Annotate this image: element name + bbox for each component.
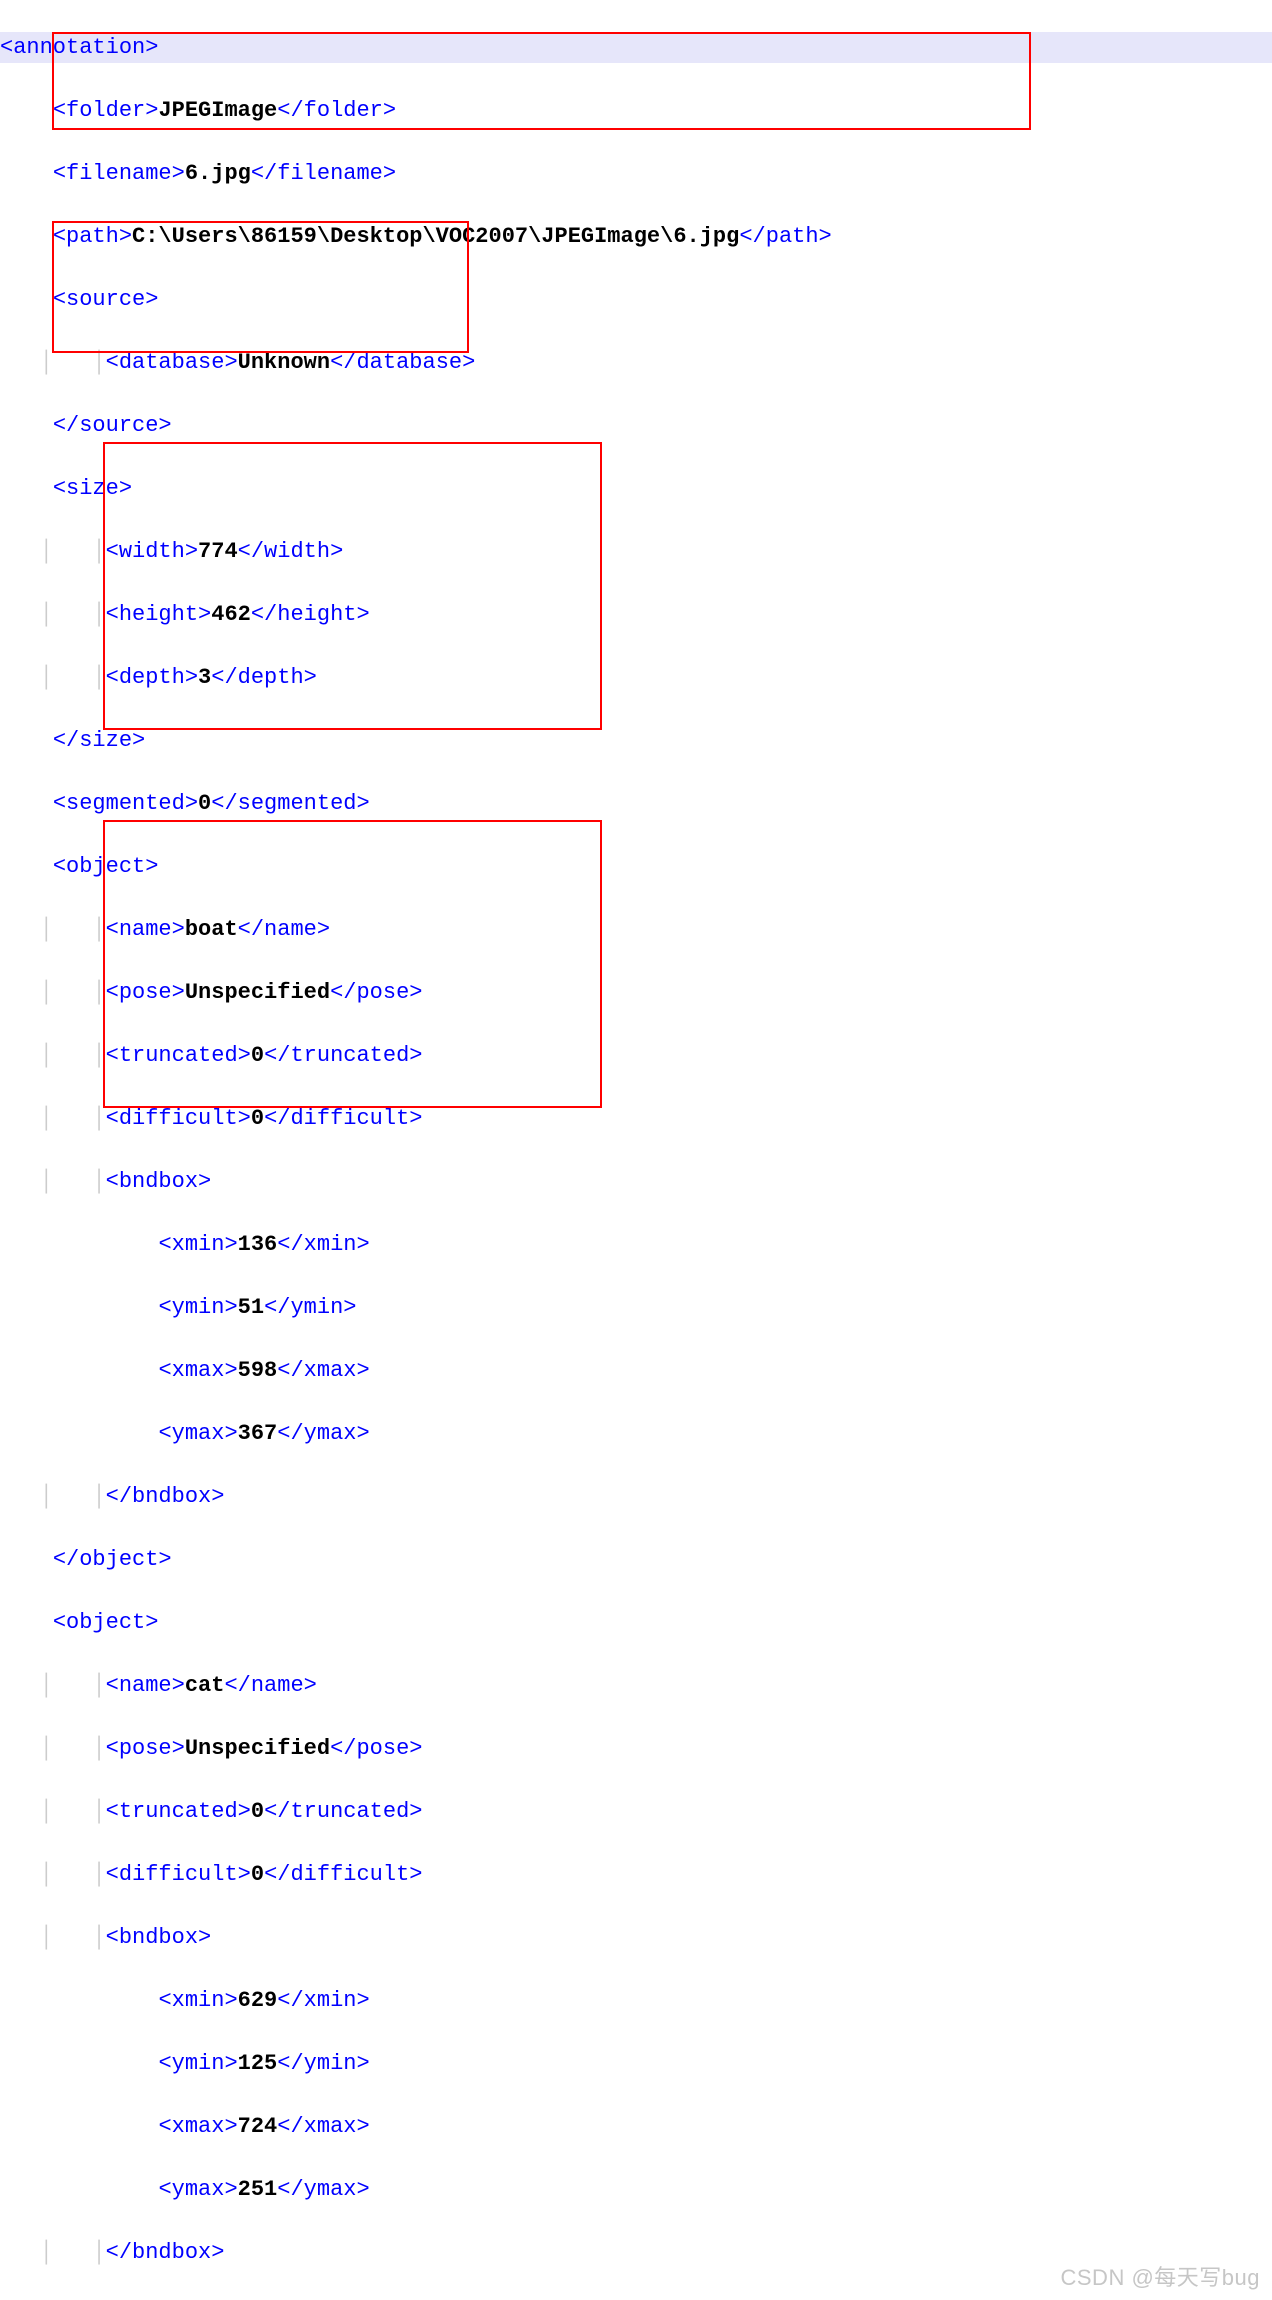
line-folder: <folder>JPEGImage</folder> bbox=[0, 95, 1272, 127]
line-obj1-ymin: <ymin>51</ymin> bbox=[0, 1292, 1272, 1324]
line-obj1-xmax: <xmax>598</xmax> bbox=[0, 1355, 1272, 1387]
line-obj2-name: │ │<name>cat</name> bbox=[0, 1670, 1272, 1702]
line-obj1-bndbox-open: │ │<bndbox> bbox=[0, 1166, 1272, 1198]
line-width: │ │<width>774</width> bbox=[0, 536, 1272, 568]
line-object1-open: <object> bbox=[0, 851, 1272, 883]
line-obj2-pose: │ │<pose>Unspecified</pose> bbox=[0, 1733, 1272, 1765]
line-depth: │ │<depth>3</depth> bbox=[0, 662, 1272, 694]
line-obj2-bndbox-open: │ │<bndbox> bbox=[0, 1922, 1272, 1954]
line-obj2-truncated: │ │<truncated>0</truncated> bbox=[0, 1796, 1272, 1828]
line-size-close: </size> bbox=[0, 725, 1272, 757]
line-obj1-name: │ │<name>boat</name> bbox=[0, 914, 1272, 946]
line-obj1-ymax: <ymax>367</ymax> bbox=[0, 1418, 1272, 1450]
watermark-text: CSDN @每天写bug bbox=[1061, 2262, 1261, 2294]
xml-code-block: <annotation> <folder>JPEGImage</folder> … bbox=[0, 0, 1272, 2300]
line-filename: <filename>6.jpg</filename> bbox=[0, 158, 1272, 190]
line-obj1-bndbox-close: │ │</bndbox> bbox=[0, 1481, 1272, 1513]
line-obj2-ymin: <ymin>125</ymin> bbox=[0, 2048, 1272, 2080]
line-obj1-truncated: │ │<truncated>0</truncated> bbox=[0, 1040, 1272, 1072]
line-database: │ │<database>Unknown</database> bbox=[0, 347, 1272, 379]
line-object1-close: </object> bbox=[0, 1544, 1272, 1576]
line-obj2-xmax: <xmax>724</xmax> bbox=[0, 2111, 1272, 2143]
line-height: │ │<height>462</height> bbox=[0, 599, 1272, 631]
line-obj2-difficult: │ │<difficult>0</difficult> bbox=[0, 1859, 1272, 1891]
line-source-open: <source> bbox=[0, 284, 1272, 316]
line-obj2-xmin: <xmin>629</xmin> bbox=[0, 1985, 1272, 2017]
line-obj1-xmin: <xmin>136</xmin> bbox=[0, 1229, 1272, 1261]
line-obj1-pose: │ │<pose>Unspecified</pose> bbox=[0, 977, 1272, 1009]
line-obj2-ymax: <ymax>251</ymax> bbox=[0, 2174, 1272, 2206]
line-size-open: <size> bbox=[0, 473, 1272, 505]
line-annotation-open: <annotation> bbox=[0, 32, 1272, 64]
line-path: <path>C:\Users\86159\Desktop\VOC2007\JPE… bbox=[0, 221, 1272, 253]
line-source-close: </source> bbox=[0, 410, 1272, 442]
line-segmented: <segmented>0</segmented> bbox=[0, 788, 1272, 820]
line-object2-open: <object> bbox=[0, 1607, 1272, 1639]
line-obj1-difficult: │ │<difficult>0</difficult> bbox=[0, 1103, 1272, 1135]
